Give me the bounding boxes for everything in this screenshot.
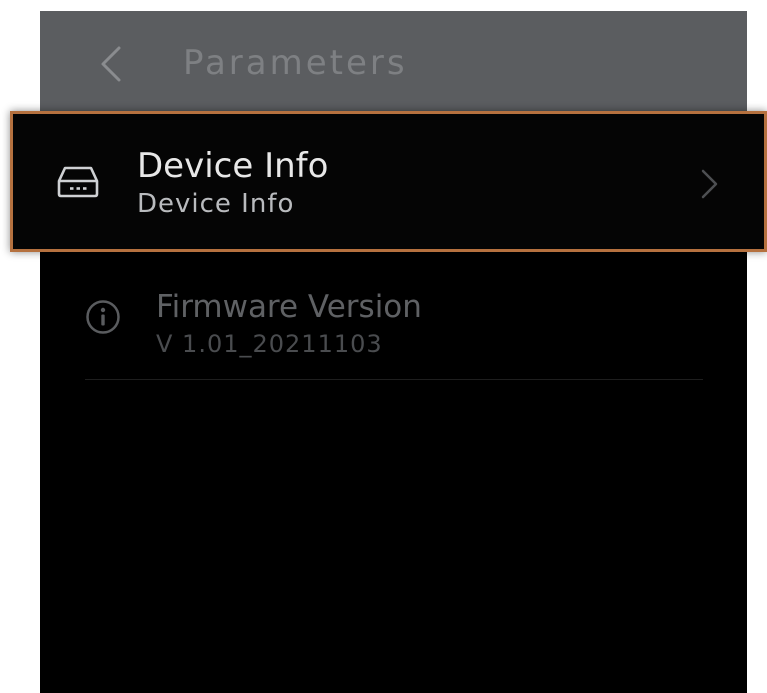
device-info-subtitle: Device Info [137,189,295,219]
back-button[interactable] [92,39,132,89]
info-circle-icon [86,300,120,334]
firmware-version-value: V 1.01_20211103 [156,330,383,358]
list-item-device-info[interactable]: Device Info Device Info [10,111,767,252]
chevron-right-icon [701,169,718,199]
device-icon [57,166,99,198]
list-item-firmware-version: Firmware Version V 1.01_20211103 [85,281,703,371]
device-info-title: Device Info [137,146,329,186]
firmware-version-label: Firmware Version [156,289,422,325]
list-divider [85,379,703,380]
header-bar: Parameters [40,11,747,112]
chevron-left-icon [101,46,121,82]
page: Parameters Firmware Version V 1.01_20211… [0,0,767,693]
page-title: Parameters [183,43,408,83]
